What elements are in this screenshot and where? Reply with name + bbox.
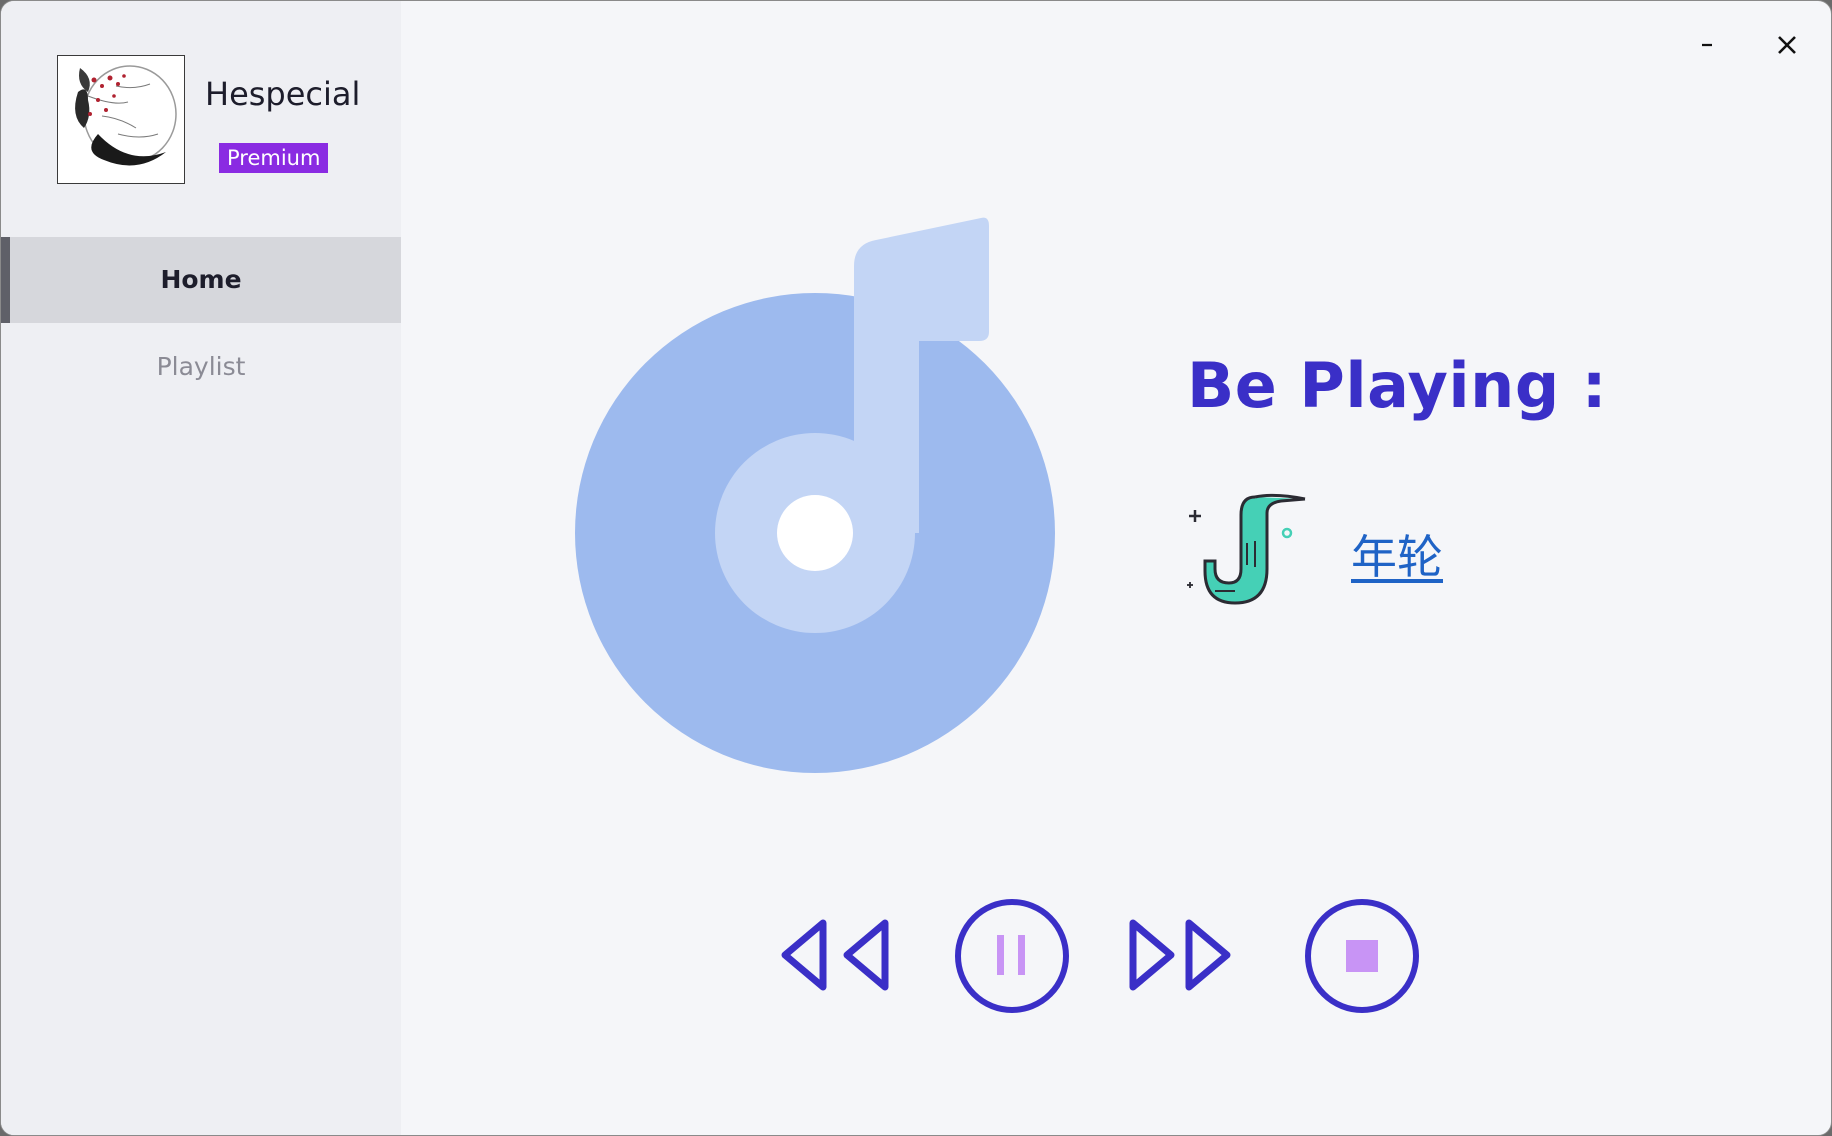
app-window: Hespecial Premium Home Playlist Be Playi… [0, 0, 1832, 1136]
nav-item-home-label: Home [160, 265, 242, 294]
username: Hespecial [205, 75, 361, 113]
rewind-button[interactable] [775, 897, 893, 1015]
fast-forward-button[interactable] [1123, 897, 1241, 1015]
avatar[interactable] [57, 55, 185, 184]
saxophone-icon [1185, 487, 1309, 613]
rewind-icon [781, 919, 889, 991]
now-playing-heading: Be Playing : [1187, 349, 1608, 422]
premium-badge: Premium [219, 143, 329, 173]
stop-icon [1305, 899, 1419, 1013]
nav-item-playlist-label: Playlist [156, 352, 246, 381]
sidebar: Hespecial Premium Home Playlist [1, 1, 401, 1135]
pause-icon [955, 899, 1069, 1013]
avatar-image [58, 56, 184, 183]
nav-item-home[interactable]: Home [1, 237, 401, 323]
pause-button[interactable] [952, 897, 1070, 1015]
close-button[interactable] [1763, 23, 1811, 67]
active-indicator [1, 237, 10, 323]
minimize-icon [1702, 43, 1712, 47]
minimize-button[interactable] [1683, 23, 1731, 67]
song-title-link[interactable]: 年轮 [1351, 521, 1443, 587]
nav-item-playlist[interactable]: Playlist [1, 324, 401, 410]
stop-button[interactable] [1303, 897, 1421, 1015]
fast-forward-icon [1129, 919, 1231, 991]
close-icon [1778, 36, 1796, 54]
music-disc-icon [571, 216, 1061, 786]
